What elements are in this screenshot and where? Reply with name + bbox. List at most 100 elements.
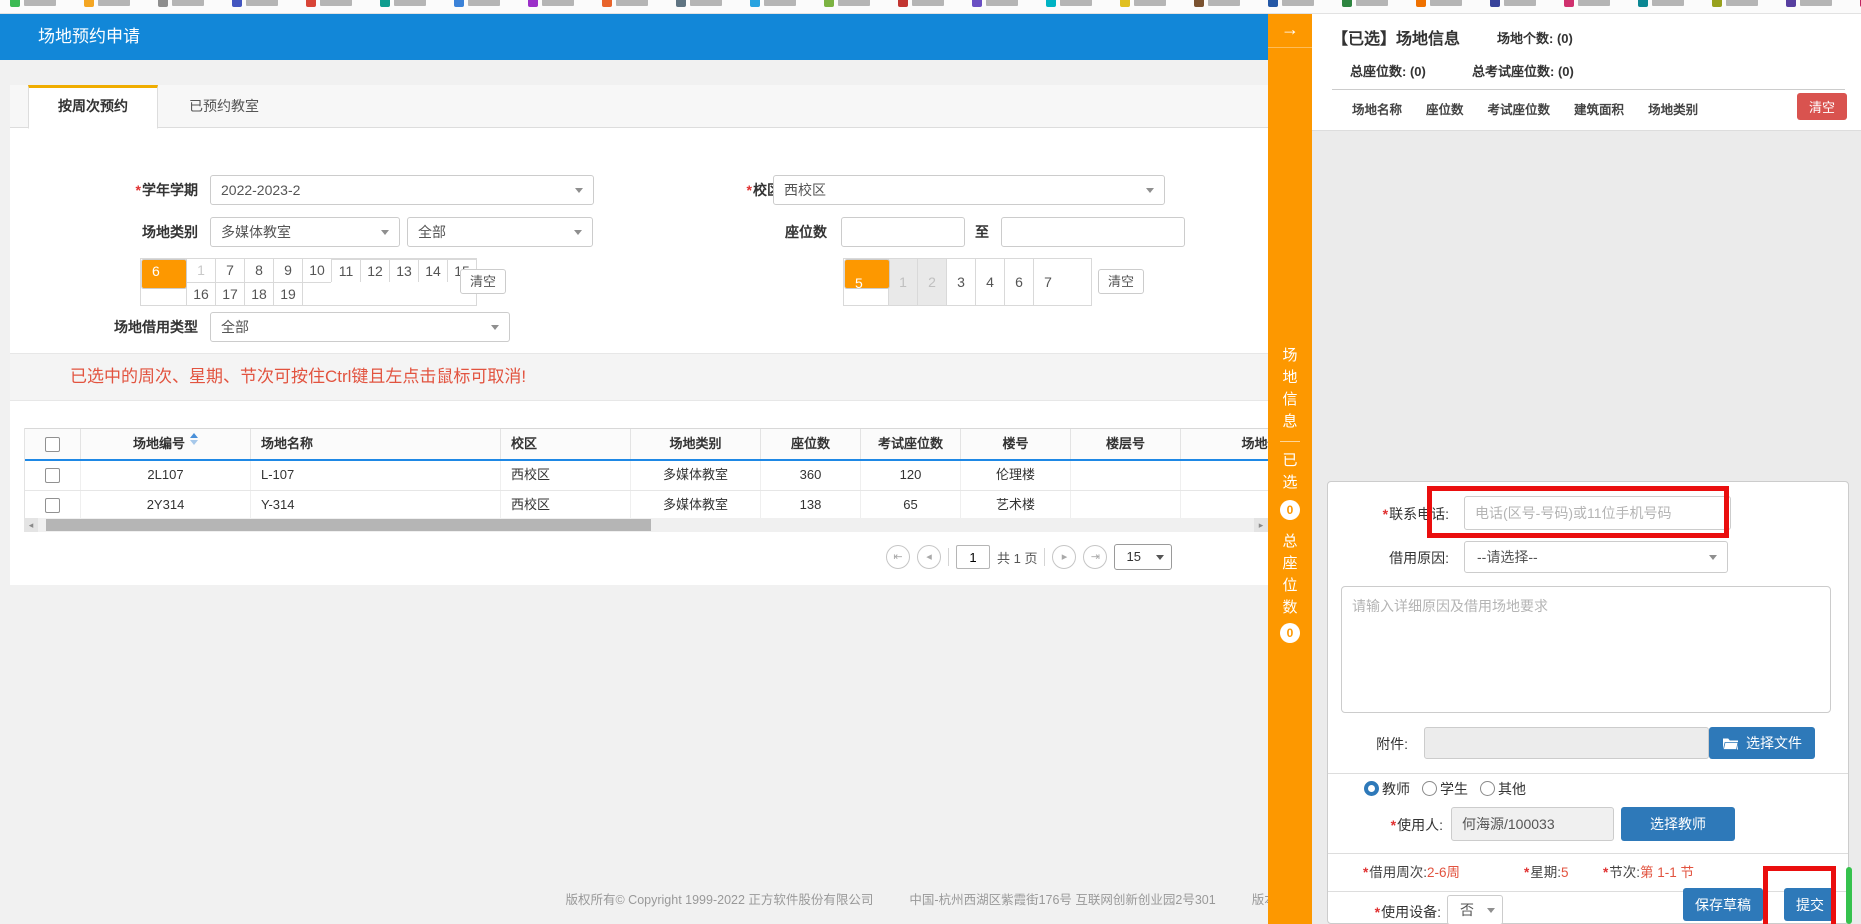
bookmark-item[interactable] bbox=[1194, 0, 1240, 7]
bookmark-text-stub bbox=[690, 0, 722, 6]
bookmark-item[interactable] bbox=[972, 0, 1018, 7]
bookmark-item[interactable] bbox=[1564, 0, 1610, 7]
category-select-1[interactable]: 多媒体教室 bbox=[210, 217, 400, 247]
choose-teacher-button[interactable]: 选择教师 bbox=[1621, 807, 1735, 841]
grid-cell[interactable]: 12 bbox=[360, 259, 389, 282]
required-asterisk: * bbox=[1375, 904, 1380, 920]
radio-icon bbox=[1422, 781, 1437, 796]
save-draft-button[interactable]: 保存草稿 bbox=[1683, 888, 1763, 921]
grid-cell[interactable]: 2 bbox=[917, 259, 946, 305]
page-size-select[interactable]: 15 bbox=[1114, 544, 1172, 570]
scroll-right-icon[interactable]: ▸ bbox=[1254, 518, 1268, 532]
grid-cell[interactable]: 4 bbox=[975, 259, 1004, 305]
role-label: 教师 bbox=[1382, 781, 1410, 797]
grid-cell[interactable]: 6 bbox=[141, 259, 187, 289]
grid-cell[interactable]: 13 bbox=[389, 259, 418, 282]
bookmark-item[interactable] bbox=[1786, 0, 1832, 7]
bookmark-item[interactable] bbox=[232, 0, 278, 7]
grid-cell[interactable]: 19 bbox=[273, 282, 302, 305]
bookmark-item[interactable] bbox=[602, 0, 648, 7]
device-select[interactable]: 否 bbox=[1447, 895, 1503, 924]
bookmark-text-stub bbox=[838, 0, 870, 6]
bookmark-item[interactable] bbox=[380, 0, 426, 7]
grid-cell[interactable]: 16 bbox=[186, 282, 215, 305]
grid-cell[interactable]: 17 bbox=[215, 282, 244, 305]
tab-reserved-rooms[interactable]: 已预约教室 bbox=[160, 85, 288, 126]
bookmark-item[interactable] bbox=[454, 0, 500, 7]
grid-cell[interactable]: 8 bbox=[244, 259, 273, 282]
bookmark-item[interactable] bbox=[750, 0, 796, 7]
grid-cell[interactable]: 1 bbox=[888, 259, 917, 305]
table-row: 2L107L-107西校区多媒体教室360120伦理楼 bbox=[25, 461, 1269, 491]
role-radio-checked[interactable]: 教师 bbox=[1364, 779, 1410, 799]
page-number-input[interactable] bbox=[956, 545, 990, 569]
seats-min-input[interactable] bbox=[841, 217, 965, 247]
bookmark-item[interactable] bbox=[306, 0, 352, 7]
grid-cell[interactable]: 11 bbox=[331, 259, 360, 282]
submit-button[interactable]: 提交 bbox=[1784, 888, 1836, 921]
bookmark-item[interactable] bbox=[158, 0, 204, 7]
seats-max-input[interactable] bbox=[1001, 217, 1185, 247]
user-input[interactable] bbox=[1451, 807, 1614, 841]
bookmark-item[interactable] bbox=[676, 0, 722, 7]
tab-week-reservation[interactable]: 按周次预约 bbox=[28, 85, 158, 129]
bookmark-item[interactable] bbox=[10, 0, 56, 7]
grid-cell[interactable]: 18 bbox=[244, 282, 273, 305]
grid-cell[interactable]: 1 bbox=[186, 259, 215, 282]
bookmark-item[interactable] bbox=[1120, 0, 1166, 7]
column-header: 楼号 bbox=[961, 429, 1071, 459]
row-checkbox[interactable] bbox=[45, 498, 60, 513]
prev-page-button[interactable]: ◂ bbox=[917, 545, 941, 569]
selected-column-header: 场地名称 bbox=[1352, 99, 1402, 118]
bookmark-item[interactable] bbox=[1342, 0, 1388, 7]
grid-cell[interactable]: 5 bbox=[844, 259, 890, 289]
bookmark-item[interactable] bbox=[1638, 0, 1684, 7]
grid-cell[interactable]: 10 bbox=[302, 259, 331, 282]
grid-cell[interactable]: 7 bbox=[215, 259, 244, 282]
sort-icon[interactable] bbox=[190, 429, 198, 449]
week-clear-button[interactable]: 清空 bbox=[460, 269, 506, 294]
required-asterisk: * bbox=[1391, 817, 1396, 833]
bookmark-item[interactable] bbox=[1490, 0, 1536, 7]
reason-select[interactable]: --请选择-- bbox=[1464, 541, 1728, 573]
term-select[interactable]: 2022-2023-2 bbox=[210, 175, 594, 205]
select-all-checkbox[interactable] bbox=[45, 437, 60, 452]
collapse-panel-button[interactable]: → bbox=[1268, 13, 1312, 48]
selected-column-header: 建筑面积 bbox=[1574, 99, 1624, 118]
first-page-button[interactable]: ⇤ bbox=[886, 545, 910, 569]
horizontal-scrollbar[interactable]: ◂ ▸ bbox=[24, 518, 1268, 532]
grid-cell[interactable]: 14 bbox=[418, 259, 447, 282]
borrow-type-select[interactable]: 全部 bbox=[210, 312, 510, 342]
bookmark-item[interactable] bbox=[1046, 0, 1092, 7]
campus-select[interactable]: 西校区 bbox=[773, 175, 1165, 205]
category-select-2[interactable]: 全部 bbox=[407, 217, 593, 247]
bookmark-item[interactable] bbox=[84, 0, 130, 7]
bookmark-text-stub bbox=[320, 0, 352, 6]
form-divider bbox=[1328, 891, 1848, 892]
scroll-left-icon[interactable]: ◂ bbox=[24, 518, 38, 532]
role-radio-option[interactable]: 学生 bbox=[1422, 779, 1468, 799]
favicon-icon bbox=[1194, 0, 1204, 7]
phone-input[interactable] bbox=[1464, 496, 1731, 530]
green-scrollbar-thumb[interactable] bbox=[1846, 867, 1852, 924]
row-checkbox[interactable] bbox=[45, 468, 60, 483]
detail-reason-textarea[interactable] bbox=[1341, 586, 1831, 713]
bookmark-item[interactable] bbox=[824, 0, 870, 7]
next-page-button[interactable]: ▸ bbox=[1052, 545, 1076, 569]
bookmark-item[interactable] bbox=[1416, 0, 1462, 7]
bookmark-item[interactable] bbox=[528, 0, 574, 7]
attachment-input[interactable] bbox=[1424, 727, 1709, 759]
bookmark-item[interactable] bbox=[1268, 0, 1314, 7]
grid-cell[interactable]: 6 bbox=[1004, 259, 1033, 305]
grid-cell[interactable]: 9 bbox=[273, 259, 302, 282]
grid-cell[interactable]: 7 bbox=[1033, 259, 1062, 305]
bookmark-item[interactable] bbox=[898, 0, 944, 7]
choose-file-button[interactable]: 选择文件 bbox=[1709, 727, 1815, 759]
clear-selected-button[interactable]: 清空 bbox=[1797, 93, 1847, 120]
bookmark-item[interactable] bbox=[1712, 0, 1758, 7]
role-radio-option[interactable]: 其他 bbox=[1480, 779, 1526, 799]
scrollbar-thumb[interactable] bbox=[46, 519, 651, 531]
day-clear-button[interactable]: 清空 bbox=[1098, 269, 1144, 294]
grid-cell[interactable]: 3 bbox=[946, 259, 975, 305]
last-page-button[interactable]: ⇥ bbox=[1083, 545, 1107, 569]
